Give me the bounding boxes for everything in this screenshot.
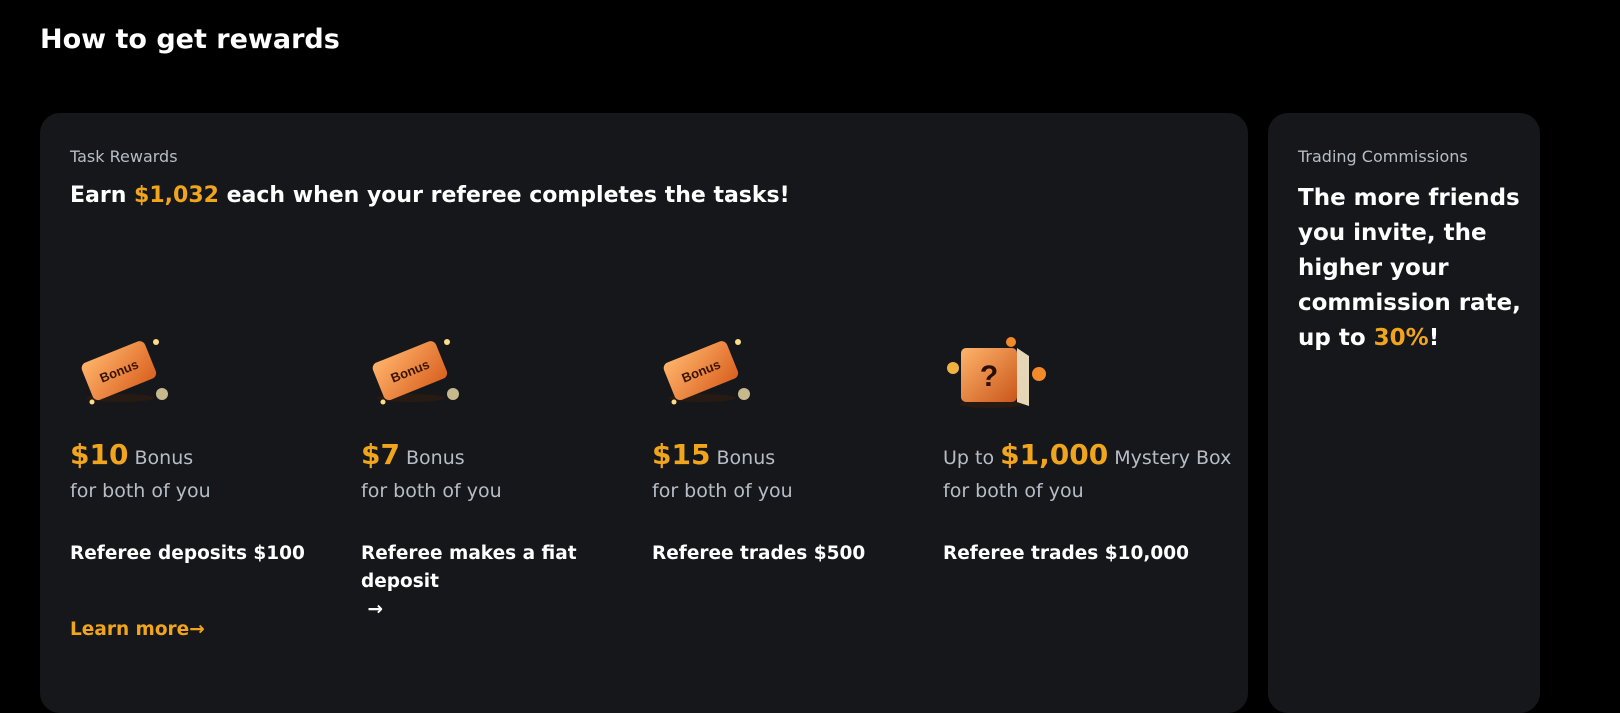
bonus-ticket-icon: Bonus bbox=[663, 339, 750, 405]
task-description[interactable]: Referee makes a fiat deposit → bbox=[361, 540, 641, 624]
bonus-ticket-icon: Bonus bbox=[372, 339, 459, 405]
task-rewards-headline: Earn $1,032 each when your referee compl… bbox=[70, 183, 790, 208]
headline-prefix: Earn bbox=[70, 183, 135, 208]
reward-note: for both of you bbox=[943, 480, 1084, 502]
reward-prefix: Up to bbox=[943, 447, 1001, 469]
reward-line: $10 Bonus bbox=[70, 438, 193, 471]
page-title: How to get rewards bbox=[40, 24, 340, 55]
reward-amount: $10 bbox=[70, 438, 129, 471]
reward-note: for both of you bbox=[361, 480, 502, 502]
reward-note: for both of you bbox=[70, 480, 211, 502]
learn-more-label: Learn more bbox=[70, 619, 190, 640]
reward-type: Bonus bbox=[134, 447, 194, 469]
reward-line: Up to $1,000 Mystery Box bbox=[943, 438, 1231, 471]
trading-commissions-label: Trading Commissions bbox=[1298, 147, 1468, 166]
task-description-text: Referee makes a fiat deposit bbox=[361, 543, 577, 592]
svg-text:?: ? bbox=[980, 360, 998, 393]
trading-commissions-card: Trading Commissions The more friends you… bbox=[1268, 113, 1540, 713]
arrow-right-icon: → bbox=[189, 619, 205, 640]
headline-amount: $1,032 bbox=[134, 183, 219, 208]
bonus-ticket-icon: Bonus bbox=[81, 339, 168, 405]
reward-amount: $15 bbox=[652, 438, 711, 471]
reward-line: $15 Bonus bbox=[652, 438, 775, 471]
trading-commissions-headline: The more friends you invite, the higher … bbox=[1298, 181, 1528, 356]
task-description: Referee trades $10,000 bbox=[943, 543, 1190, 564]
arrow-right-icon[interactable]: → bbox=[367, 599, 383, 620]
reward-type: Bonus bbox=[716, 447, 776, 469]
task-description: Referee deposits $100 bbox=[70, 543, 305, 564]
headline-suffix: each when your referee completes the tas… bbox=[218, 183, 790, 208]
reward-amount: $7 bbox=[361, 438, 400, 471]
task-rewards-label: Task Rewards bbox=[70, 147, 178, 166]
mystery-box-icon: ? bbox=[947, 337, 1046, 408]
task-rewards-card: Task Rewards Earn $1,032 each when your … bbox=[40, 113, 1248, 713]
reward-type: Mystery Box bbox=[1114, 447, 1232, 469]
reward-type: Bonus bbox=[406, 447, 465, 469]
reward-note: for both of you bbox=[652, 480, 793, 502]
task-description: Referee trades $500 bbox=[652, 543, 866, 564]
headline-amount: 30% bbox=[1373, 325, 1429, 351]
reward-amount: $1,000 bbox=[1000, 438, 1109, 471]
headline-suffix: ! bbox=[1428, 325, 1440, 351]
reward-line: $7 Bonus bbox=[361, 438, 465, 471]
learn-more-link[interactable]: Learn more→ bbox=[70, 619, 205, 640]
